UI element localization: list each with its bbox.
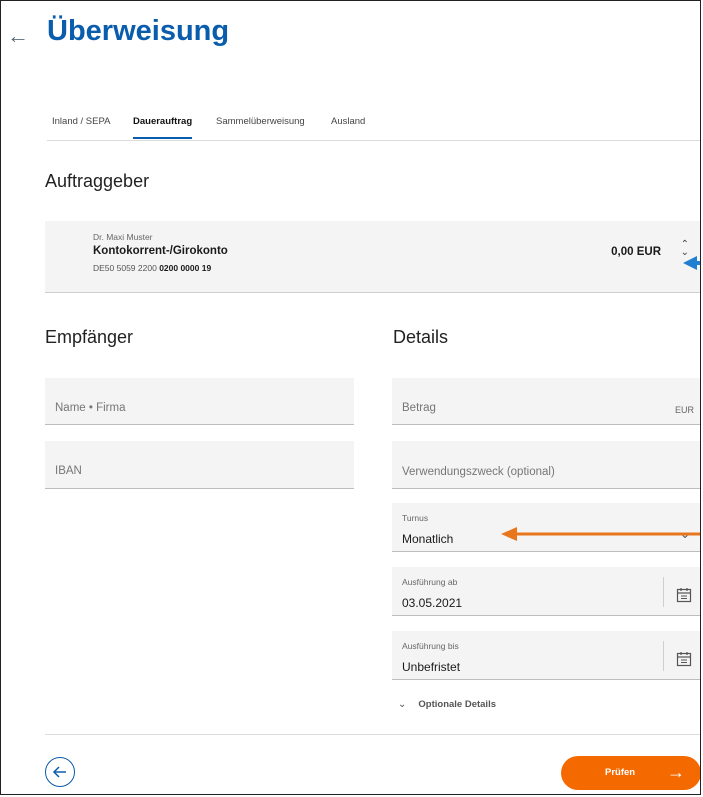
annotation-arrow-orange	[501, 527, 700, 541]
calendar-icon[interactable]	[676, 587, 692, 603]
annotation-arrow-blue	[683, 256, 700, 270]
currency-label: EUR	[674, 405, 694, 415]
empfaenger-heading: Empfänger	[45, 327, 134, 347]
optional-details-label: Optionale Details	[418, 699, 496, 710]
pruefen-button[interactable]: Prüfen →	[561, 756, 700, 790]
divider	[45, 734, 700, 735]
account-selector[interactable]: Dr. Maxi Muster Kontokorrent-/Girokonto …	[45, 221, 700, 293]
execution-end-field[interactable]: Ausführung bis Unbefristet	[392, 631, 700, 680]
amount-placeholder: Betrag	[402, 402, 436, 414]
arrow-left-icon	[52, 766, 66, 778]
turnus-label: Turnus	[402, 513, 429, 523]
account-balance: 0,00 EUR	[611, 246, 661, 258]
tab-ausland[interactable]: Ausland	[331, 116, 365, 137]
back-arrow-icon[interactable]: ←	[7, 23, 29, 49]
arrow-right-icon: →	[667, 762, 685, 782]
field-divider	[663, 577, 664, 607]
optional-details-toggle[interactable]: ⌄ Optionale Details	[398, 699, 496, 710]
tab-inland-sepa[interactable]: Inland / SEPA	[52, 116, 110, 137]
back-button[interactable]	[45, 757, 75, 787]
execution-start-field[interactable]: Ausführung ab 03.05.2021	[392, 567, 700, 616]
chevron-down-icon: ⌄	[398, 699, 407, 710]
execution-end-label: Ausführung bis	[402, 641, 459, 651]
turnus-value: Monatlich	[402, 532, 454, 546]
pruefen-label: Prüfen	[605, 767, 636, 778]
account-iban: DE50 5059 2200 0200 0000 19	[93, 263, 212, 273]
auftraggeber-heading: Auftraggeber	[45, 171, 150, 191]
execution-start-value: 03.05.2021	[402, 596, 463, 610]
iban-field[interactable]: IBAN	[45, 441, 354, 489]
recipient-name-placeholder: Name • Firma	[55, 402, 126, 414]
page-title: Überweisung	[47, 15, 230, 47]
amount-field[interactable]: Betrag EUR	[392, 378, 700, 425]
account-name: Kontokorrent-/Girokonto	[93, 245, 228, 257]
tab-bar: Inland / SEPA Dauerauftrag Sammelüberwei…	[47, 113, 700, 141]
execution-start-label: Ausführung ab	[402, 577, 458, 587]
iban-placeholder: IBAN	[55, 465, 82, 477]
execution-end-value: Unbefristet	[402, 660, 461, 674]
tab-dauerauftrag[interactable]: Dauerauftrag	[133, 116, 193, 139]
account-owner: Dr. Maxi Muster	[93, 232, 153, 242]
app-frame: ← Überweisung Inland / SEPA Dauerauftrag…	[0, 0, 701, 795]
purpose-placeholder: Verwendungszweck (optional)	[402, 466, 555, 478]
purpose-field[interactable]: Verwendungszweck (optional)	[392, 441, 700, 489]
calendar-icon[interactable]	[676, 651, 692, 667]
tab-sammelueberweisung[interactable]: Sammelüberweisung	[216, 116, 305, 137]
field-divider	[663, 641, 664, 671]
details-heading: Details	[393, 327, 449, 347]
recipient-name-field[interactable]: Name • Firma	[45, 378, 354, 425]
